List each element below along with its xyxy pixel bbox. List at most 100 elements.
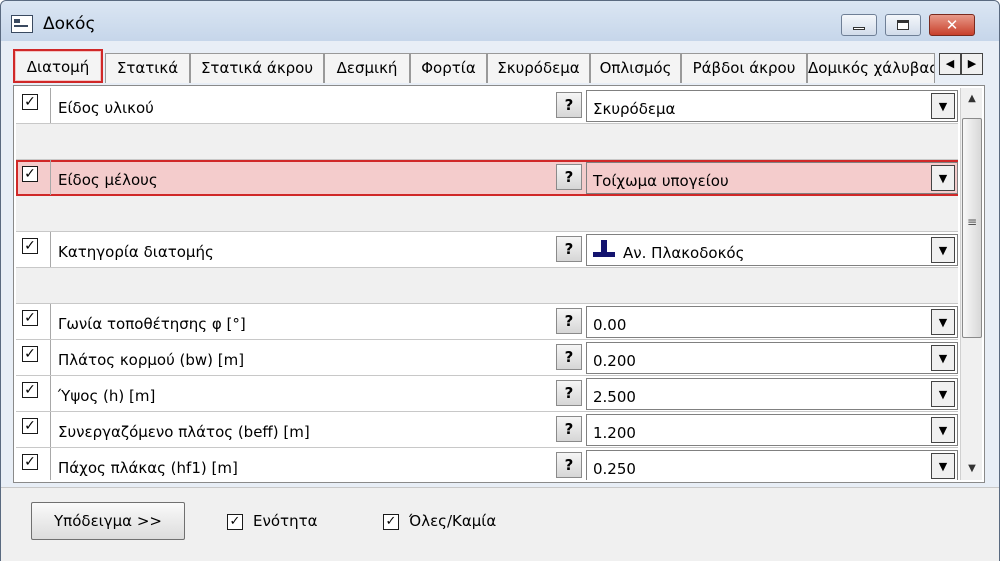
help-button[interactable]: ? [556,236,582,262]
property-row: ✓ Κατηγορία διατομής ? Αν. Πλακοδοκός ▼ [16,232,958,268]
footer-bar: Υπόδειγμα >> ✓ Ενότητα ✓ Όλες/Καμία [1,487,999,561]
column-divider [50,412,51,447]
property-label: Είδος υλικού [58,99,154,117]
row-checkbox[interactable]: ✓ [22,238,38,254]
column-divider [50,448,51,480]
column-divider [50,304,51,339]
property-row: ✓ Είδος υλικού ? Σκυρόδεμα ▼ [16,88,958,124]
scroll-up-icon[interactable]: ▲ [963,90,981,108]
property-row: ✓ Γωνία τοποθέτησης φ [°] ? 0.00 ▼ [16,304,958,340]
row-checkbox[interactable]: ✓ [22,94,38,110]
property-label: Πλάτος κορμού (bw) [m] [58,351,245,369]
all-none-checkbox-label: Όλες/Καμία [409,512,497,530]
property-row: ✓ Πλάτος κορμού (bw) [m] ? 0.200 ▼ [16,340,958,376]
tab-end-bars[interactable]: Ράβδοι άκρου [681,53,807,83]
vertical-scrollbar[interactable]: ▲ ≡ ▼ [960,88,982,480]
dropdown-arrow-icon[interactable]: ▼ [931,93,955,119]
tab-structural-steel[interactable]: Δομικός χάλυβας [807,53,935,83]
property-value-combo[interactable]: 1.200 ▼ [586,414,958,446]
property-value: 1.200 [593,424,636,442]
tab-concrete[interactable]: Σκυρόδεμα [487,53,590,83]
tab-reinforcement[interactable]: Οπλισμός [590,53,681,83]
help-button[interactable]: ? [556,416,582,442]
column-divider [50,88,51,123]
scroll-thumb[interactable]: ≡ [962,118,982,338]
dropdown-arrow-icon[interactable]: ▼ [931,381,955,407]
dropdown-arrow-icon[interactable]: ▼ [931,237,955,263]
minimize-icon [853,26,865,30]
help-button[interactable]: ? [556,92,582,118]
property-value: 0.250 [593,460,636,478]
minimize-button[interactable] [841,14,877,36]
property-value-combo[interactable]: 0.200 ▼ [586,342,958,374]
tab-bond[interactable]: Δεσμική [324,53,410,83]
property-row: ✓ Ύψος (h) [m] ? 2.500 ▼ [16,376,958,412]
property-value-combo[interactable]: Αν. Πλακοδοκός ▼ [586,234,958,266]
property-value: 0.200 [593,352,636,370]
dropdown-arrow-icon[interactable]: ▼ [931,453,955,479]
row-separator [16,268,958,304]
dropdown-arrow-icon[interactable]: ▼ [931,165,955,191]
property-row-highlighted: ✓ Είδος μέλους ? Τοίχωμα υπογείου ▼ [16,160,958,196]
property-row: ✓ Πάχος πλάκας (hf1) [m] ? 0.250 ▼ [16,448,958,480]
property-label: Ύψος (h) [m] [58,387,156,405]
row-checkbox[interactable]: ✓ [22,454,38,470]
row-checkbox[interactable]: ✓ [22,382,38,398]
property-value: Τοίχωμα υπογείου [593,172,729,190]
tab-section[interactable]: Διατομή [13,49,103,83]
tab-static[interactable]: Στατικά [105,53,190,83]
help-button[interactable]: ? [556,308,582,334]
property-value: 2.500 [593,388,636,406]
property-label: Πάχος πλάκας (hf1) [m] [58,459,238,477]
row-checkbox[interactable]: ✓ [22,418,38,434]
help-button[interactable]: ? [556,380,582,406]
tab-static-end[interactable]: Στατικά άκρου [190,53,324,83]
properties-window: Δοκός ✕ Διατομή Στατικά Στατικά άκρου Δε… [0,0,1000,561]
arrow-right-icon: ▶ [967,57,977,70]
property-value: Αν. Πλακοδοκός [623,244,745,262]
tab-scroll-left-button[interactable]: ◀ [939,53,961,75]
t-beam-icon [593,240,615,258]
property-label: Συνεργαζόμενο πλάτος (beff) [m] [58,423,310,441]
help-button[interactable]: ? [556,452,582,478]
column-divider [50,232,51,267]
property-value-combo[interactable]: Τοίχωμα υπογείου ▼ [586,162,958,194]
unit-checkbox[interactable]: ✓ [227,514,243,530]
property-value-combo[interactable]: 0.250 ▼ [586,450,958,480]
property-label: Κατηγορία διατομής [58,243,214,261]
property-row: ✓ Συνεργαζόμενο πλάτος (beff) [m] ? 1.20… [16,412,958,448]
row-checkbox[interactable]: ✓ [22,310,38,326]
tab-scroll-right-button[interactable]: ▶ [961,53,983,75]
app-icon [11,15,33,33]
column-divider [50,340,51,375]
maximize-icon [897,20,909,30]
help-button[interactable]: ? [556,164,582,190]
properties-panel: ✓ Είδος υλικού ? Σκυρόδεμα ▼ ✓ Είδος μέλ… [13,85,985,483]
row-checkbox[interactable]: ✓ [22,166,38,182]
row-checkbox[interactable]: ✓ [22,346,38,362]
arrow-left-icon: ◀ [945,57,955,70]
property-label: Είδος μέλους [58,171,158,189]
dropdown-arrow-icon[interactable]: ▼ [931,309,955,335]
property-value-combo[interactable]: Σκυρόδεμα ▼ [586,90,958,122]
scroll-down-icon[interactable]: ▼ [963,460,981,478]
dropdown-arrow-icon[interactable]: ▼ [931,417,955,443]
sample-button[interactable]: Υπόδειγμα >> [31,502,185,540]
property-label: Γωνία τοποθέτησης φ [°] [58,315,246,333]
maximize-button[interactable] [885,14,921,36]
row-separator [16,196,958,232]
property-value-combo[interactable]: 2.500 ▼ [586,378,958,410]
tab-strip: Διατομή Στατικά Στατικά άκρου Δεσμική Φο… [13,49,985,85]
column-divider [50,160,51,195]
help-button[interactable]: ? [556,344,582,370]
row-separator [16,124,958,160]
close-button[interactable]: ✕ [929,14,975,36]
dropdown-arrow-icon[interactable]: ▼ [931,345,955,371]
property-value-combo[interactable]: 0.00 ▼ [586,306,958,338]
window-title: Δοκός [43,14,96,34]
title-bar[interactable]: Δοκός ✕ [1,1,999,41]
unit-checkbox-label: Ενότητα [253,512,318,530]
tab-loads[interactable]: Φορτία [410,53,487,83]
all-none-checkbox[interactable]: ✓ [383,514,399,530]
property-value: 0.00 [593,316,627,334]
